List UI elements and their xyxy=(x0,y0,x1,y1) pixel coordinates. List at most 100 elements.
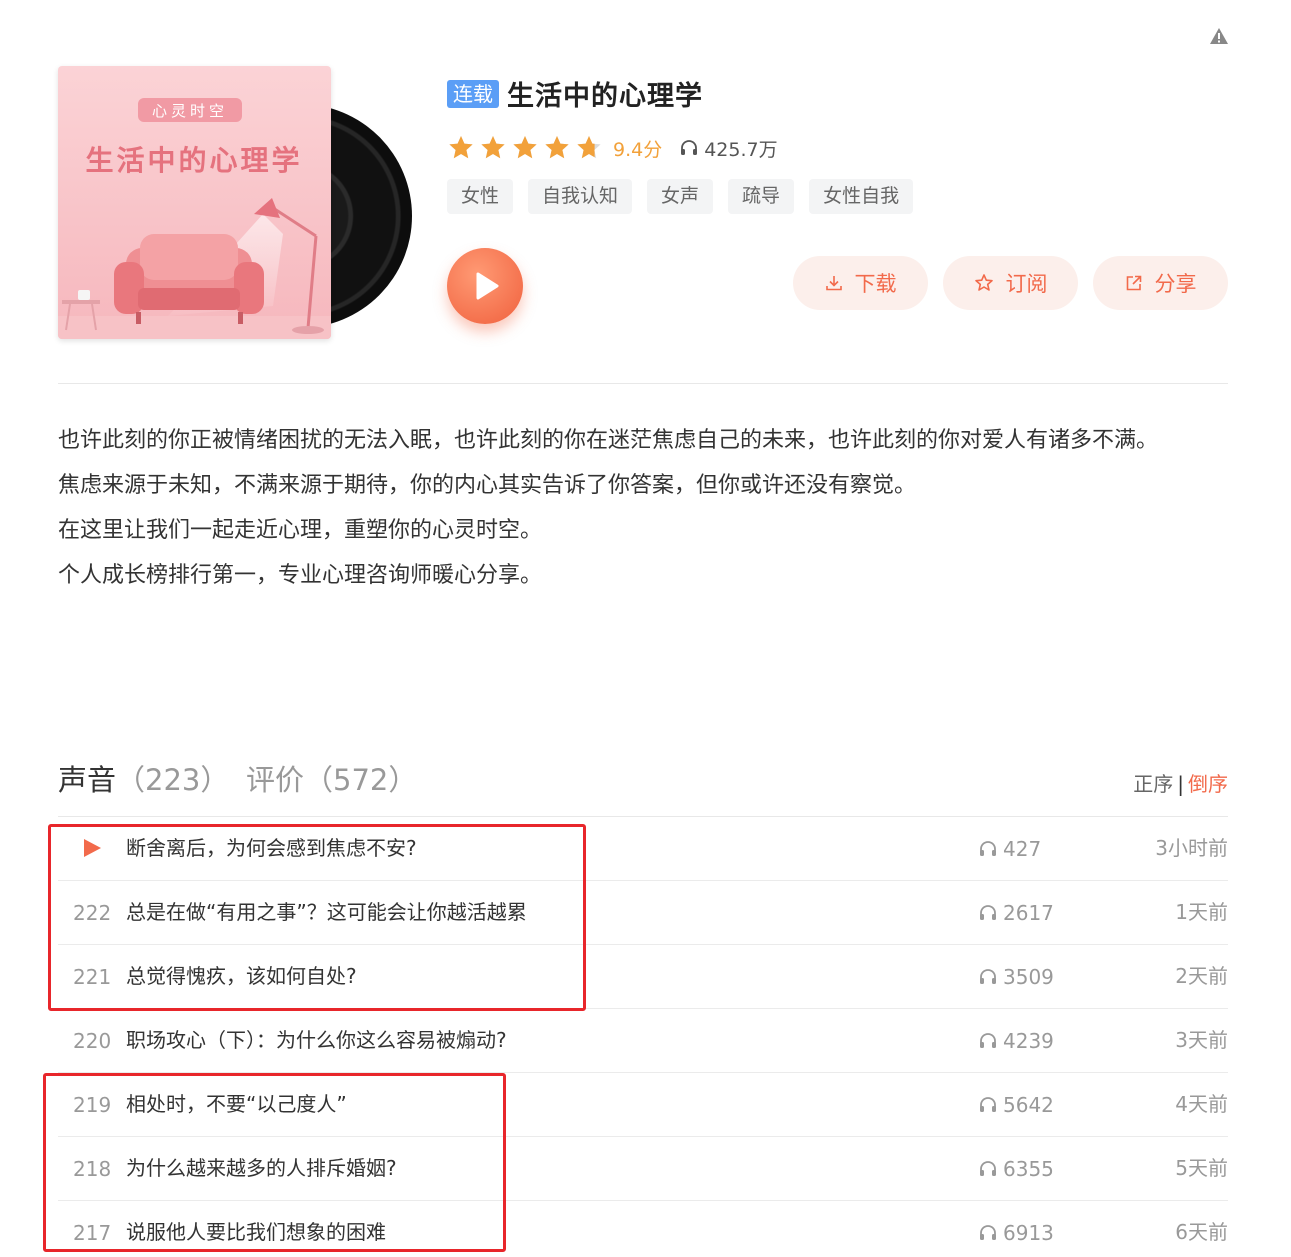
headphones-icon xyxy=(980,969,996,984)
sort-controls: 正序 | 倒序 xyxy=(1133,768,1228,797)
headphones-icon xyxy=(980,905,996,920)
sort-separator: | xyxy=(1177,772,1184,796)
play-all-button[interactable] xyxy=(447,248,523,324)
headphones-icon xyxy=(980,1097,996,1112)
album-description: 也许此刻的你正被情绪困扰的无法入眠，也许此刻的你在迷茫焦虑自己的未来，也许此刻的… xyxy=(58,418,1233,598)
serial-status-badge: 连载 xyxy=(447,79,499,108)
album-cover-area: 心灵时空 生活中的心理学 xyxy=(58,66,412,340)
header-divider xyxy=(58,383,1228,384)
headphones-icon xyxy=(980,1161,996,1176)
track-play-count: 2617 xyxy=(1003,901,1054,925)
star-icon xyxy=(577,136,601,159)
track-row[interactable]: 222 总是在做“有用之事”？这可能会让你越活越累 2617 1天前 xyxy=(58,881,1228,945)
track-title[interactable]: 断舍离后，为何会感到焦虑不安? xyxy=(126,817,417,879)
star-outline-icon xyxy=(974,274,993,291)
headphones-icon xyxy=(980,1225,996,1240)
track-play-count: 427 xyxy=(1003,837,1042,861)
star-rating xyxy=(447,134,603,162)
tag-item[interactable]: 疏导 xyxy=(728,179,795,214)
track-play-count: 6355 xyxy=(1003,1157,1054,1181)
description-line: 个人成长榜排行第一，专业心理咨询师暖心分享。 xyxy=(58,563,543,588)
track-row[interactable]: 219 相处时，不要“以己度人” 5642 4天前 xyxy=(58,1073,1228,1137)
total-plays: 425.7万 xyxy=(680,135,778,162)
subscribe-button[interactable]: 订阅 xyxy=(943,256,1078,310)
track-index: 217 xyxy=(73,1221,112,1245)
track-index: 220 xyxy=(73,1029,112,1053)
star-icon xyxy=(513,136,537,159)
download-button[interactable]: 下载 xyxy=(793,256,928,310)
total-plays-count: 425.7万 xyxy=(704,138,778,161)
star-icon xyxy=(545,136,569,159)
sort-ascending-link[interactable]: 正序 xyxy=(1133,772,1173,796)
list-header: 声音（223） 评价（572） 正序 | 倒序 xyxy=(58,758,1228,802)
tag-item[interactable]: 女声 xyxy=(647,179,714,214)
description-line: 焦虑来源于未知，不满来源于期待，你的内心其实告诉了你答案，但你或许还没有察觉。 xyxy=(58,473,917,498)
tab-sounds[interactable]: 声音（223） xyxy=(58,758,229,802)
share-label: 分享 xyxy=(1154,272,1197,296)
tag-item[interactable]: 女性自我 xyxy=(809,179,914,214)
album-cover-image[interactable]: 心灵时空 生活中的心理学 xyxy=(58,66,331,339)
track-plays: 6913 xyxy=(979,1201,1054,1257)
track-play-count: 4239 xyxy=(1003,1029,1054,1053)
download-label: 下载 xyxy=(854,272,897,296)
cover-brand-text: 心灵时空 xyxy=(152,102,228,120)
track-time: 3天前 xyxy=(1175,1028,1228,1052)
track-title[interactable]: 为什么越来越多的人排斥婚姻? xyxy=(126,1137,397,1199)
track-time: 1天前 xyxy=(1175,900,1228,924)
album-title: 生活中的心理学 xyxy=(507,81,703,112)
track-time: 3小时前 xyxy=(1155,836,1228,860)
track-plays: 2617 xyxy=(979,881,1054,945)
album-title-row: 连载 生活中的心理学 xyxy=(447,74,703,113)
track-play-count: 3509 xyxy=(1003,965,1054,989)
cover-title-text: 生活中的心理学 xyxy=(85,144,302,177)
action-buttons: 下载 订阅 分享 xyxy=(793,256,1228,310)
headphones-icon xyxy=(681,140,698,155)
tab-reviews[interactable]: 评价（572） xyxy=(246,758,417,802)
star-icon xyxy=(449,136,473,159)
track-list: 断舍离后，为何会感到焦虑不安? 427 3小时前 222 总是在做“有用之事”？… xyxy=(58,817,1228,1257)
track-plays: 5642 xyxy=(979,1073,1054,1137)
track-plays: 4239 xyxy=(979,1009,1054,1073)
play-icon xyxy=(476,272,499,300)
star-icon xyxy=(481,136,505,159)
description-line: 也许此刻的你正被情绪困扰的无法入眠，也许此刻的你在迷茫焦虑自己的未来，也许此刻的… xyxy=(58,428,1159,453)
headphones-icon xyxy=(980,1033,996,1048)
track-time: 2天前 xyxy=(1175,964,1228,988)
rating-row: 9.4分 425.7万 xyxy=(447,132,778,164)
tag-item[interactable]: 自我认知 xyxy=(528,179,633,214)
track-row[interactable]: 220 职场攻心（下）：为什么你这么容易被煽动? 4239 3天前 xyxy=(58,1009,1228,1073)
now-playing-icon[interactable] xyxy=(82,838,102,858)
track-row[interactable]: 221 总觉得愧疚，该如何自处? 3509 2天前 xyxy=(58,945,1228,1009)
share-icon xyxy=(1126,275,1141,291)
track-title[interactable]: 职场攻心（下）：为什么你这么容易被煽动? xyxy=(126,1009,507,1071)
track-plays: 427 xyxy=(979,817,1041,881)
track-play-count: 5642 xyxy=(1003,1093,1054,1117)
track-title[interactable]: 总觉得愧疚，该如何自处? xyxy=(126,945,357,1007)
track-title[interactable]: 说服他人要比我们想象的困难 xyxy=(126,1201,386,1257)
track-index: 219 xyxy=(73,1093,112,1117)
track-index: 221 xyxy=(73,965,112,989)
track-index: 218 xyxy=(73,1157,112,1181)
track-time: 6天前 xyxy=(1175,1220,1228,1244)
description-line: 在这里让我们一起走近心理，重塑你的心灵时空。 xyxy=(58,518,543,543)
sort-descending-link[interactable]: 倒序 xyxy=(1188,772,1228,796)
track-title[interactable]: 相处时，不要“以己度人” xyxy=(126,1073,347,1135)
track-plays: 6355 xyxy=(979,1137,1054,1201)
track-time: 4天前 xyxy=(1175,1092,1228,1116)
tag-item[interactable]: 女性 xyxy=(447,179,514,214)
subscribe-label: 订阅 xyxy=(1005,272,1048,296)
share-button[interactable]: 分享 xyxy=(1093,256,1228,310)
track-row[interactable]: 217 说服他人要比我们想象的困难 6913 6天前 xyxy=(58,1201,1228,1257)
track-index: 222 xyxy=(73,901,112,925)
score-text: 9.4分 xyxy=(613,138,663,161)
track-row[interactable]: 断舍离后，为何会感到焦虑不安? 427 3小时前 xyxy=(58,817,1228,881)
track-row[interactable]: 218 为什么越来越多的人排斥婚姻? 6355 5天前 xyxy=(58,1137,1228,1201)
tag-list: 女性 自我认知 女声 疏导 女性自我 xyxy=(447,179,914,214)
headphones-icon xyxy=(980,841,996,856)
tab-sounds-label: 声音 xyxy=(58,763,117,797)
report-warning-icon[interactable] xyxy=(1209,27,1229,45)
download-icon xyxy=(825,276,842,291)
track-title[interactable]: 总是在做“有用之事”？这可能会让你越活越累 xyxy=(126,881,527,943)
tab-sounds-count: （223） xyxy=(116,763,230,797)
track-time: 5天前 xyxy=(1175,1156,1228,1180)
